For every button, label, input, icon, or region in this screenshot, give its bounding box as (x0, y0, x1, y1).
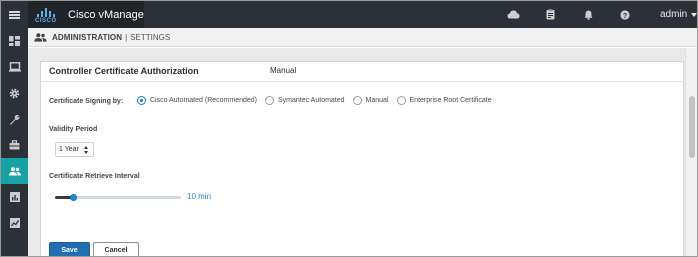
nav-administration[interactable] (1, 158, 28, 184)
breadcrumb-section: ADMINISTRATION (52, 32, 123, 42)
signing-radio-group: Cisco Automated (Recommended) Symantec A… (137, 96, 500, 105)
radio-label: Cisco Automated (Recommended) (150, 97, 257, 104)
analytics-chart-icon (9, 192, 20, 202)
monitor-icon (8, 62, 21, 72)
nav-dashboard[interactable] (1, 28, 28, 54)
radio-label: Manual (365, 97, 389, 104)
cancel-button[interactable]: Cancel (93, 242, 139, 256)
radio-indicator (352, 96, 362, 105)
hamburger-icon (9, 10, 20, 19)
radio-cisco-automated[interactable]: Cisco Automated (Recommended) (137, 96, 257, 105)
tools-wrench-icon (10, 114, 20, 125)
retrieve-interval-value: 10 min (187, 192, 212, 201)
signing-label: Certificate Signing by: (49, 98, 124, 105)
retrieve-interval-label: Certificate Retrieve Interval (49, 173, 140, 180)
side-navigation (1, 28, 28, 256)
nav-tools[interactable] (1, 106, 28, 132)
user-name: admin (660, 9, 688, 20)
bell-icon[interactable] (580, 1, 596, 28)
panel-title: Controller Certificate Authorization (49, 66, 199, 76)
retrieve-interval-slider[interactable] (55, 194, 181, 201)
save-button[interactable]: Save (49, 242, 90, 256)
main-content: Controller Certificate Authorization Man… (28, 48, 697, 256)
radio-manual[interactable]: Manual (352, 96, 389, 105)
nav-configuration[interactable] (1, 80, 28, 106)
brand: CISCO Cisco vManage (28, 1, 144, 28)
user-menu[interactable]: admin (660, 1, 697, 28)
radio-indicator (137, 96, 146, 105)
validity-label: Validity Period (49, 126, 98, 133)
scrollbar-thumb[interactable] (689, 96, 695, 158)
reports-chart-icon (9, 218, 20, 228)
radio-label: Symantec Automated (278, 97, 345, 104)
select-arrows-icon (84, 146, 89, 154)
validity-selected-value: 1 Year (59, 146, 79, 153)
validity-period-select[interactable]: 1 Year (55, 142, 94, 157)
app-window: CISCO Cisco vManage ? admin ADMINISTRATI… (0, 0, 698, 257)
slider-thumb[interactable] (70, 194, 77, 201)
nav-reports[interactable] (1, 210, 28, 236)
cisco-logo: CISCO (35, 6, 63, 24)
radio-symantec-automated[interactable]: Symantec Automated (265, 96, 345, 105)
breadcrumb: ADMINISTRATION | SETTINGS (28, 28, 697, 47)
breadcrumb-separator: | (125, 32, 128, 42)
svg-text:?: ? (623, 12, 627, 19)
users-icon (34, 32, 47, 42)
vertical-scrollbar[interactable] (685, 48, 697, 256)
configuration-gear-icon (9, 88, 20, 98)
nav-maintenance[interactable] (1, 132, 28, 158)
panel-mode-value: Manual (270, 66, 297, 75)
chevron-down-icon (691, 12, 697, 17)
radio-enterprise-root[interactable]: Enterprise Root Certificate (396, 96, 492, 105)
radio-indicator (396, 96, 406, 105)
panel-header[interactable]: Controller Certificate Authorization Man… (41, 62, 685, 82)
menu-toggle-button[interactable] (1, 1, 28, 28)
app-title: Cisco vManage (68, 8, 144, 21)
nav-analytics[interactable] (1, 184, 28, 210)
maintenance-toolbox-icon (9, 140, 20, 150)
breadcrumb-page: SETTINGS (130, 32, 171, 42)
radio-label: Enterprise Root Certificate (409, 97, 492, 104)
top-header: CISCO Cisco vManage ? admin (1, 1, 697, 28)
clipboard-icon[interactable] (542, 1, 558, 28)
nav-monitor[interactable] (1, 54, 28, 80)
cloud-icon[interactable] (504, 1, 522, 28)
dashboard-icon (9, 36, 20, 46)
administration-users-icon (8, 166, 21, 175)
help-icon[interactable]: ? (617, 1, 633, 28)
settings-panel: Controller Certificate Authorization Man… (40, 61, 685, 256)
radio-indicator (265, 96, 274, 105)
